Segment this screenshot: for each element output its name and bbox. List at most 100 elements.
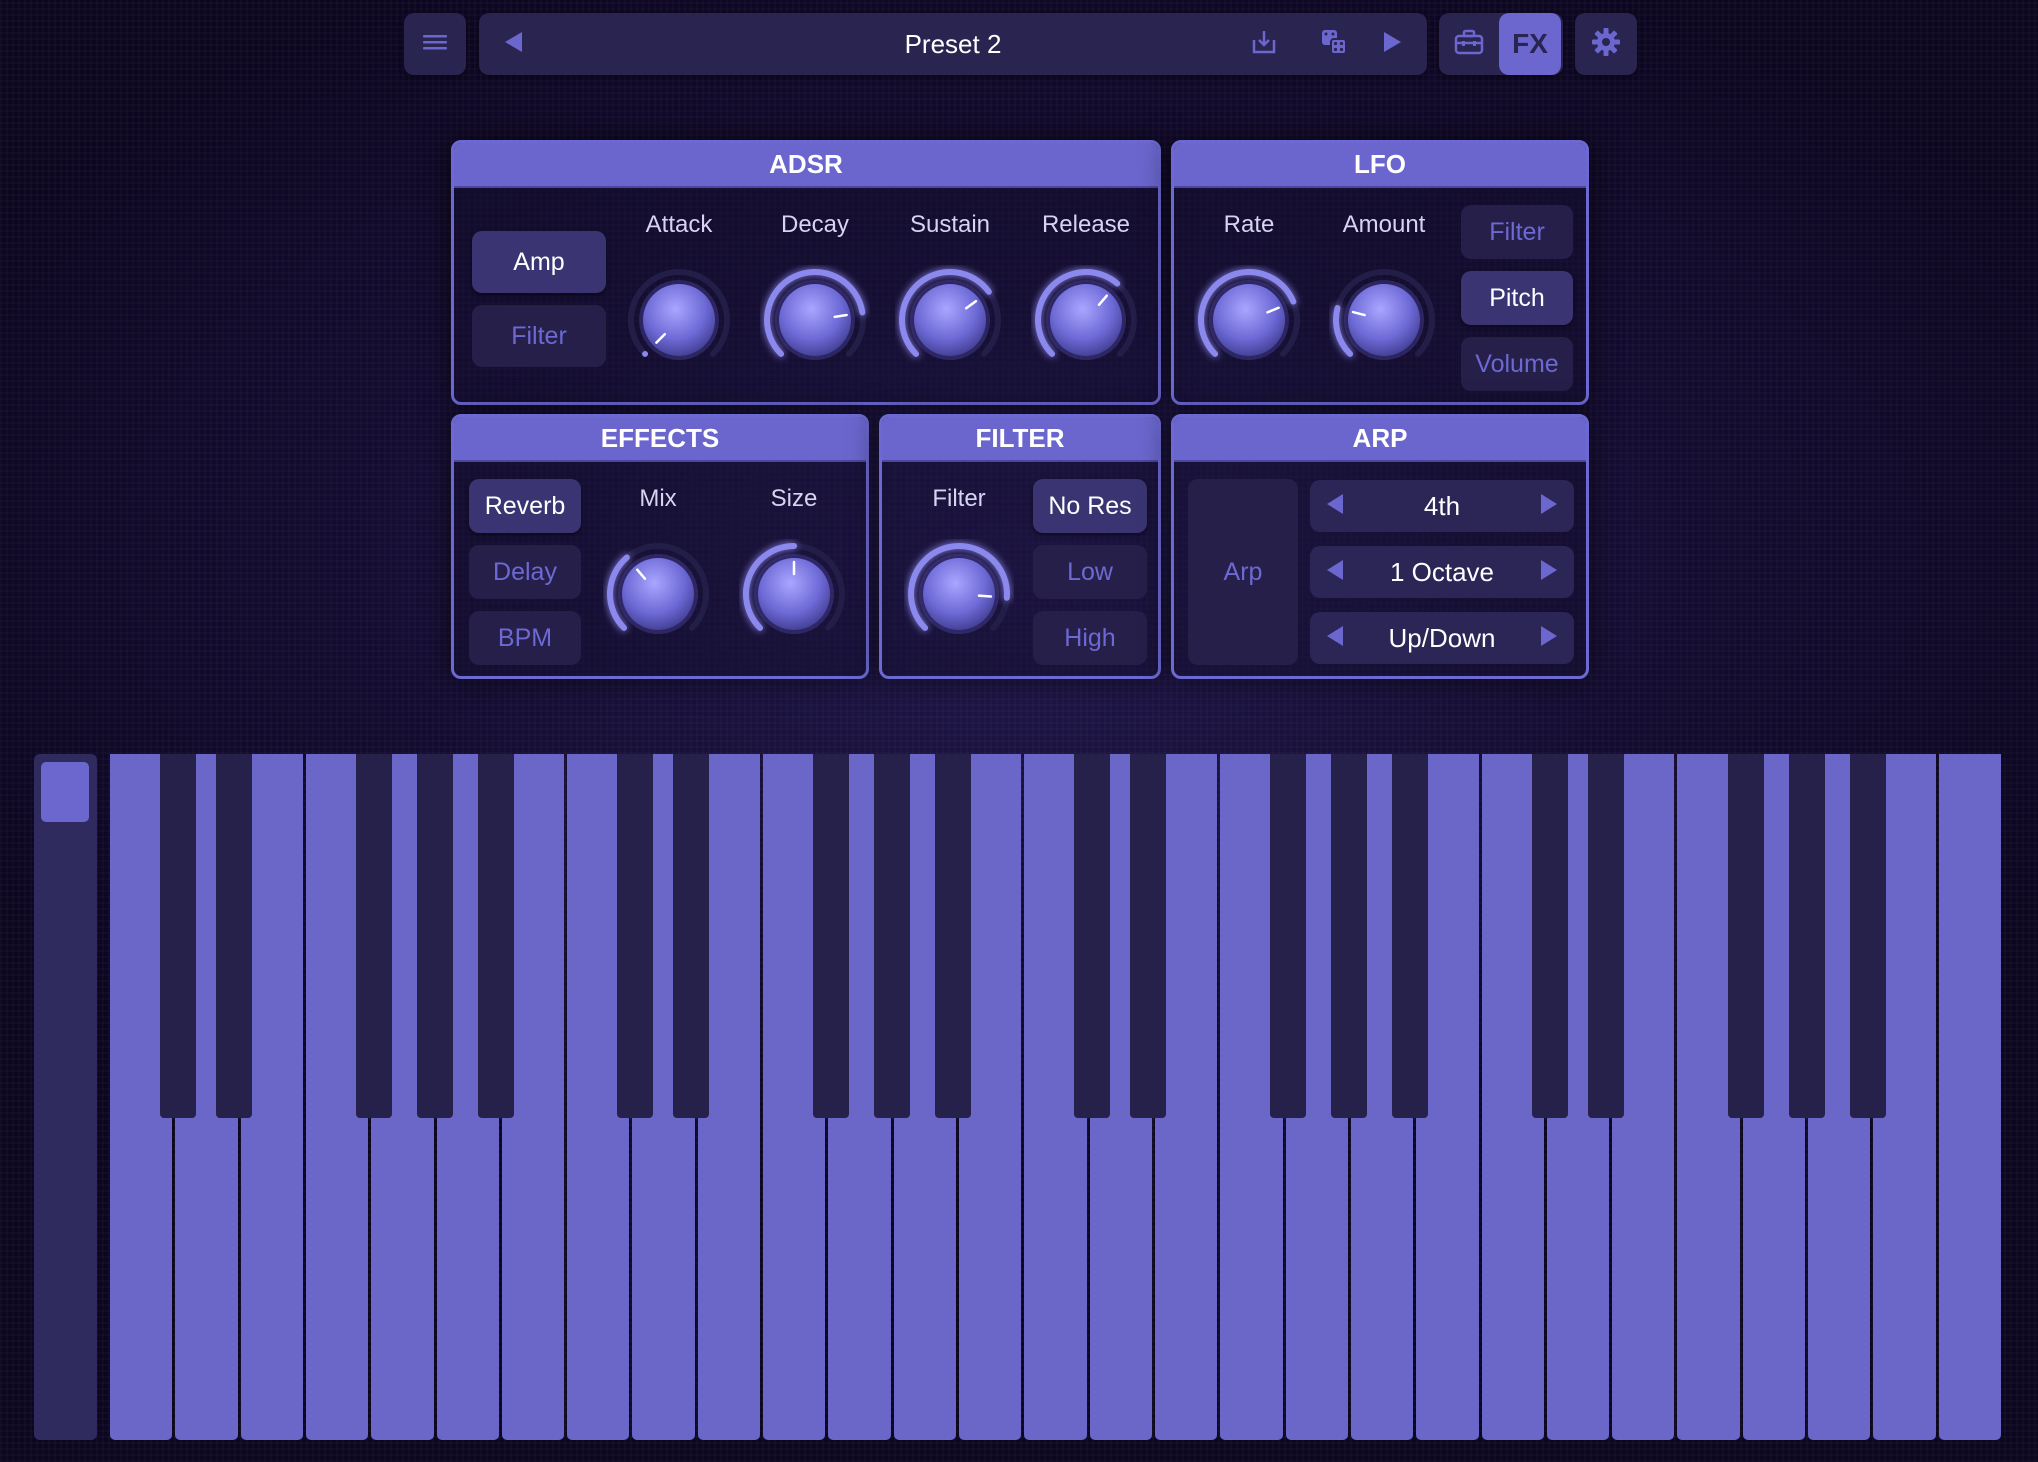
black-key[interactable] <box>1587 754 1624 1118</box>
black-key[interactable] <box>617 754 654 1118</box>
attack-label: Attack <box>645 211 713 238</box>
adsr-panel: ADSR Amp Filter Attack Decay Sustain Rel… <box>451 140 1161 405</box>
next-preset-button[interactable] <box>1357 13 1427 75</box>
black-key[interactable] <box>160 754 197 1118</box>
black-key[interactable] <box>1392 754 1429 1118</box>
effect-delay[interactable]: Delay <box>469 545 581 599</box>
settings-button[interactable] <box>1575 13 1637 75</box>
pitch-wheel-handle[interactable] <box>41 762 89 822</box>
effect-reverb[interactable]: Reverb <box>469 479 581 533</box>
black-key[interactable] <box>1331 754 1368 1118</box>
black-key[interactable] <box>673 754 710 1118</box>
mix-knob[interactable] <box>603 539 713 649</box>
arp-octave-next[interactable] <box>1524 546 1574 598</box>
filter-mode-label: Low <box>1067 557 1113 586</box>
right-arrow-icon <box>1539 625 1559 652</box>
effect-label: Reverb <box>484 491 566 520</box>
effects-title: EFFECTS <box>454 417 866 462</box>
fx-button[interactable]: FX <box>1499 13 1561 75</box>
black-key[interactable] <box>216 754 253 1118</box>
mix-label: Mix <box>639 485 677 512</box>
black-key[interactable] <box>1727 754 1764 1118</box>
save-icon <box>1250 28 1278 61</box>
menu-icon <box>422 32 448 57</box>
decay-knob[interactable] <box>760 265 870 375</box>
black-key[interactable] <box>935 754 972 1118</box>
right-arrow-icon <box>1539 493 1559 520</box>
lfo-title: LFO <box>1174 143 1586 188</box>
filter-mode-low[interactable]: Low <box>1033 545 1147 599</box>
filter-mode-high[interactable]: High <box>1033 611 1147 665</box>
lfo-target-volume[interactable]: Volume <box>1461 337 1573 391</box>
rate-knob[interactable] <box>1194 265 1304 375</box>
left-arrow-icon <box>1325 493 1345 520</box>
lfo-target-label: Volume <box>1475 349 1559 378</box>
lfo-target-pitch[interactable]: Pitch <box>1461 271 1573 325</box>
black-key[interactable] <box>1531 754 1568 1118</box>
sustain-knob[interactable] <box>895 265 1005 375</box>
adsr-mode-filter[interactable]: Filter <box>472 305 606 367</box>
arp-toggle[interactable]: Arp <box>1188 479 1298 665</box>
adsr-mode-amp[interactable]: Amp <box>472 231 606 293</box>
arp-rate-value: 4th <box>1423 490 1461 521</box>
effect-bpm[interactable]: BPM <box>469 611 581 665</box>
size-label: Size <box>770 485 818 512</box>
filter-mode-no-res[interactable]: No Res <box>1033 479 1147 533</box>
effects-panel: EFFECTS Reverb Delay BPM Mix Size <box>451 414 869 679</box>
next-preset-icon <box>1380 30 1404 59</box>
dice-icon <box>1319 27 1349 62</box>
arp-direction-prev[interactable] <box>1310 612 1360 664</box>
right-arrow-icon <box>1539 559 1559 586</box>
black-key[interactable] <box>1270 754 1307 1118</box>
black-key[interactable] <box>813 754 850 1118</box>
adsr-mode-label: Amp <box>513 247 565 276</box>
lfo-target-filter[interactable]: Filter <box>1461 205 1573 259</box>
black-key[interactable] <box>1130 754 1167 1118</box>
left-arrow-icon <box>1325 559 1345 586</box>
arp-rate-next[interactable] <box>1524 480 1574 532</box>
lfo-target-label: Pitch <box>1489 283 1545 312</box>
mode-toggle-group: FX <box>1439 13 1563 75</box>
save-preset-button[interactable] <box>1229 13 1299 75</box>
lfo-target-label: Filter <box>1489 217 1545 246</box>
preset-bar: Preset 2 <box>479 13 1427 75</box>
decay-label: Decay <box>780 211 850 238</box>
black-key[interactable] <box>1074 754 1111 1118</box>
pitch-wheel[interactable] <box>34 754 97 1440</box>
arp-octave-prev[interactable] <box>1310 546 1360 598</box>
menu-button[interactable] <box>404 13 466 75</box>
black-key[interactable] <box>417 754 454 1118</box>
filter-mode-label: No Res <box>1048 491 1132 520</box>
arp-panel: ARP Arp 4th 1 Octave Up/Down <box>1171 414 1589 679</box>
attack-knob[interactable] <box>624 265 734 375</box>
filter-title: FILTER <box>882 417 1158 462</box>
amount-knob[interactable] <box>1329 265 1439 375</box>
black-key[interactable] <box>478 754 515 1118</box>
amount-label: Amount <box>1342 211 1426 238</box>
white-key[interactable] <box>1938 754 2001 1440</box>
release-label: Release <box>1041 211 1131 238</box>
arp-octave-row: 1 Octave <box>1310 546 1574 598</box>
arp-title: ARP <box>1174 417 1586 462</box>
filter-panel: FILTER Filter No Res Low High <box>879 414 1161 679</box>
black-key[interactable] <box>874 754 911 1118</box>
toolbox-icon <box>1454 29 1484 60</box>
filter-mode-label: High <box>1064 623 1116 652</box>
black-key[interactable] <box>1788 754 1825 1118</box>
arp-toggle-label: Arp <box>1223 557 1263 586</box>
arp-rate-row: 4th <box>1310 480 1574 532</box>
black-key[interactable] <box>1849 754 1886 1118</box>
sustain-label: Sustain <box>909 211 991 238</box>
arp-direction-next[interactable] <box>1524 612 1574 664</box>
size-knob[interactable] <box>739 539 849 649</box>
release-knob[interactable] <box>1031 265 1141 375</box>
arp-direction-value: Up/Down <box>1388 622 1496 653</box>
arp-rate-prev[interactable] <box>1310 480 1360 532</box>
filter-cutoff-knob[interactable] <box>904 539 1014 649</box>
adsr-title: ADSR <box>454 143 1158 188</box>
black-key[interactable] <box>356 754 393 1118</box>
effect-label: BPM <box>497 623 553 652</box>
toolbox-button[interactable] <box>1439 13 1499 75</box>
lfo-panel: LFO Rate Amount Filter Pitch Volume <box>1171 140 1589 405</box>
left-arrow-icon <box>1325 625 1345 652</box>
